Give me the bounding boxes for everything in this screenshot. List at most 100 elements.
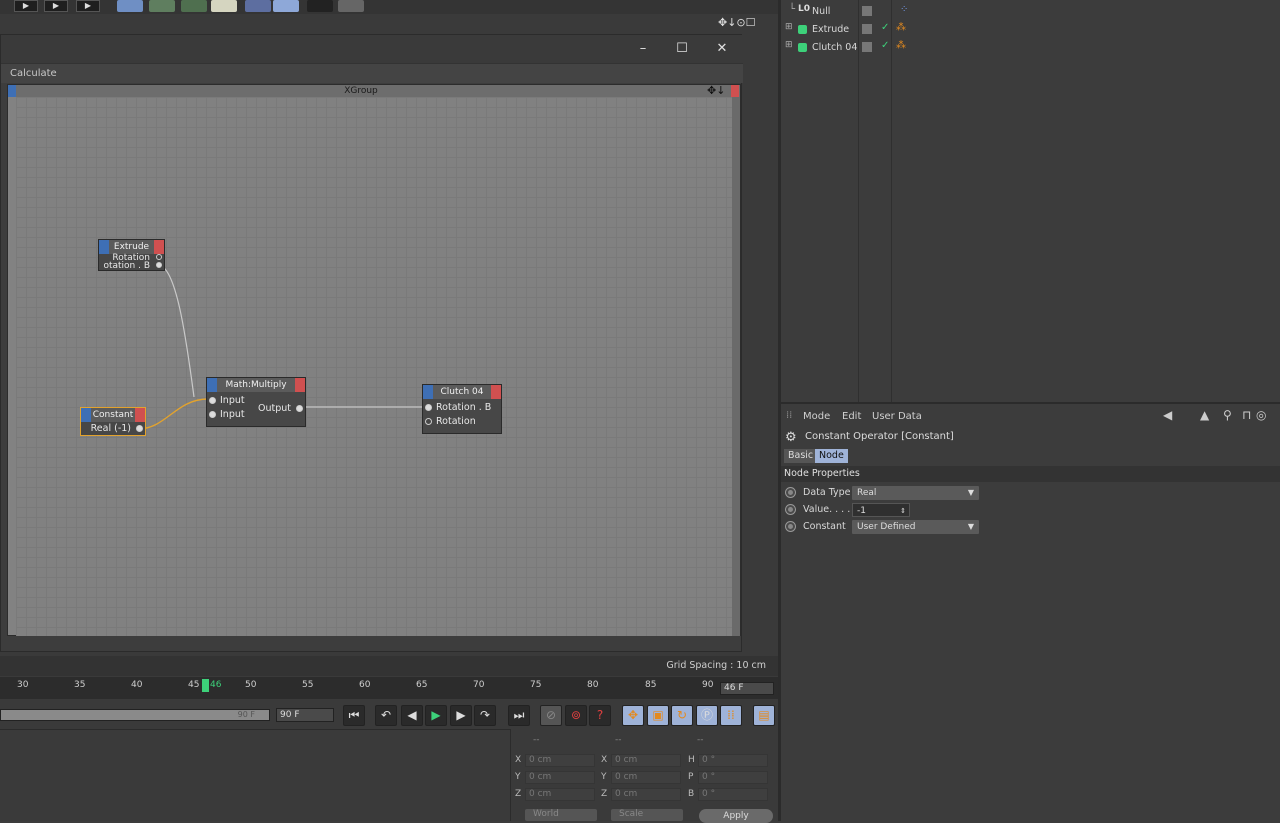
end-frame-field[interactable]: 90 F [276, 708, 334, 722]
position-field[interactable]: 0 cm [525, 754, 595, 767]
environment-icon[interactable] [245, 0, 271, 12]
tab-node[interactable]: Node [815, 449, 848, 463]
output-port-button[interactable] [491, 385, 501, 399]
output-port[interactable] [156, 254, 162, 260]
animate-radio[interactable] [785, 504, 796, 515]
position-field[interactable]: 0 cm [525, 788, 595, 801]
stepper-icon[interactable]: ⇕ [900, 504, 906, 518]
input-port[interactable] [425, 404, 432, 411]
output-port[interactable] [296, 405, 303, 412]
size-field[interactable]: 0 cm [611, 771, 681, 784]
object-row[interactable]: ⊞ Clutch 04 ✓ ⁂ [781, 39, 1280, 57]
rotation-field[interactable]: 0 ° [698, 788, 768, 801]
menu-calculate[interactable]: Calculate [10, 68, 57, 79]
back-arrow-icon[interactable]: ◀ [1163, 408, 1172, 422]
mode-dropdown[interactable]: Scale [611, 809, 683, 821]
timeline-ruler[interactable]: 30 35 40 45 46 50 55 60 65 70 75 80 85 9… [0, 677, 778, 699]
frame-range-slider[interactable]: 90 F [0, 709, 270, 721]
deformer-icon[interactable] [181, 0, 207, 12]
animate-radio[interactable] [785, 521, 796, 532]
data-type-dropdown[interactable]: Real ▼ [852, 486, 979, 500]
position-field[interactable]: 0 cm [525, 771, 595, 784]
menu-edit[interactable]: Edit [842, 411, 861, 422]
tag-icon[interactable]: ⁂ [896, 40, 906, 51]
layer-icon[interactable] [862, 6, 872, 16]
help-icon[interactable]: ? [589, 705, 611, 726]
size-field[interactable]: 0 cm [611, 754, 681, 767]
animate-radio[interactable] [785, 487, 796, 498]
rotation-field[interactable]: 0 ° [698, 771, 768, 784]
output-port-button[interactable] [135, 408, 145, 422]
maximize-button[interactable]: ☐ [672, 40, 692, 58]
go-to-end-icon[interactable]: ⏭ [508, 705, 530, 726]
multiply-node[interactable]: Math:Multiply Input Input Output [206, 377, 306, 427]
grip-icon[interactable]: ⁞⁞ [786, 410, 792, 421]
light-icon[interactable] [338, 0, 364, 12]
point-level-icon[interactable]: ⁞⁞ [720, 705, 742, 726]
target-icon[interactable]: ◎ [1256, 408, 1266, 422]
output-port-strip[interactable] [731, 85, 739, 97]
previous-frame-icon[interactable]: ◀ [401, 705, 423, 726]
scale-key-icon[interactable]: ▣ [647, 705, 669, 726]
previous-key-icon[interactable]: ↶ [375, 705, 397, 726]
constant-node[interactable]: Constant Real (-1) [80, 407, 146, 436]
node-header[interactable]: Clutch 04 [423, 385, 501, 399]
param-key-icon[interactable]: Ⓟ [696, 705, 718, 726]
output-port[interactable] [136, 425, 143, 432]
input-port[interactable] [209, 397, 216, 404]
play-forward-button[interactable]: ▶ [14, 0, 38, 12]
cube-icon[interactable] [117, 0, 143, 12]
camera-icon[interactable] [307, 0, 333, 12]
go-to-start-icon[interactable]: ⏮ [343, 705, 365, 726]
menu-mode[interactable]: Mode [803, 411, 830, 422]
enabled-check-icon[interactable]: ✓ [881, 40, 889, 51]
expand-icon[interactable]: ⊞ [785, 22, 793, 32]
autokey-icon[interactable]: ⊚ [565, 705, 587, 726]
bend-icon[interactable] [149, 0, 175, 12]
input-port[interactable] [209, 411, 216, 418]
up-arrow-icon[interactable]: ▲ [1200, 408, 1209, 422]
node-canvas[interactable]: Extrude Rotation otation . B Constant Re… [16, 97, 732, 636]
size-field[interactable]: 0 cm [611, 788, 681, 801]
expand-icon[interactable]: ⊞ [785, 40, 793, 50]
play-icon[interactable]: ▶ [425, 705, 447, 726]
move-key-icon[interactable]: ✥ [622, 705, 644, 726]
layer-icon[interactable] [862, 24, 872, 34]
xpresso-tag-icon[interactable]: ⁘ [900, 4, 908, 15]
node-header[interactable]: Constant [81, 408, 145, 422]
constant-dropdown[interactable]: User Defined ▼ [852, 520, 979, 534]
section-header[interactable]: Node Properties [781, 466, 1280, 482]
input-port-button[interactable] [207, 378, 217, 392]
xgroup-titlebar[interactable]: XGroup ✥↓ [8, 84, 740, 97]
input-port-button[interactable] [99, 240, 109, 254]
scene-icon[interactable] [211, 0, 237, 12]
next-key-icon[interactable]: ↷ [474, 705, 496, 726]
view-nav-icons[interactable]: ✥↓⊙☐ [718, 16, 756, 29]
enabled-check-icon[interactable]: ✓ [881, 22, 889, 33]
lock-icon[interactable]: ⊓ [1242, 408, 1251, 422]
minimize-button[interactable]: – [633, 40, 653, 58]
node-header[interactable]: Math:Multiply [207, 378, 305, 392]
tab-basic[interactable]: Basic [784, 449, 818, 463]
rotate-key-icon[interactable]: ↻ [671, 705, 693, 726]
record-disabled-icon[interactable]: ⊘ [540, 705, 562, 726]
node-header[interactable]: Extrude [99, 240, 164, 254]
space-dropdown[interactable]: World [525, 809, 597, 821]
output-port-button[interactable] [154, 240, 164, 254]
output-port[interactable] [156, 262, 162, 268]
output-port-button[interactable] [295, 378, 305, 392]
current-frame-field[interactable]: 46 F [720, 682, 774, 695]
input-port-button[interactable] [81, 408, 91, 422]
timeline-icon[interactable]: ▤ [753, 705, 775, 726]
move-icon[interactable]: ✥↓ [707, 84, 725, 97]
search-icon[interactable]: ⚲ [1223, 408, 1232, 422]
object-row[interactable]: ⊞ Extrude ✓ ⁂ [781, 21, 1280, 39]
close-button[interactable]: ✕ [712, 40, 732, 58]
extrude-node[interactable]: Extrude Rotation otation . B [98, 239, 165, 271]
menu-user-data[interactable]: User Data [872, 411, 922, 422]
rotation-field[interactable]: 0 ° [698, 754, 768, 767]
input-port-strip[interactable] [8, 85, 16, 97]
value-field[interactable]: -1 ⇕ [852, 503, 910, 517]
tag-icon[interactable]: ⁂ [896, 22, 906, 33]
object-row[interactable]: └ L0 Null ⁘ [781, 3, 1280, 21]
